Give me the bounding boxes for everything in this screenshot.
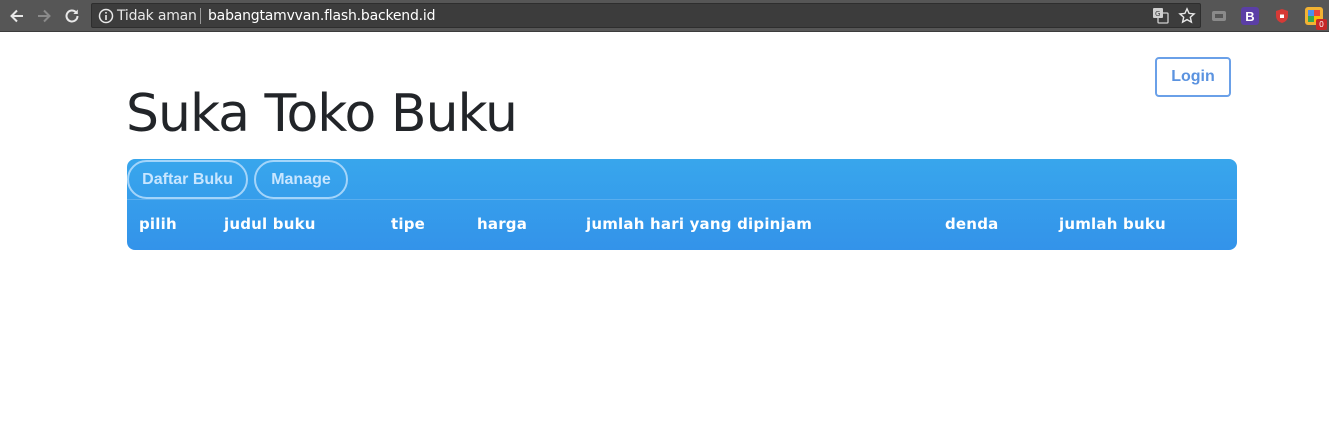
tab-manage[interactable]: Manage — [254, 160, 348, 199]
photos-extension-icon[interactable]: 0 — [1305, 7, 1327, 30]
url-text[interactable]: babangtamvvan.flash.backend.id — [208, 8, 435, 24]
browser-toolbar: Tidak aman babangtamvvan.flash.backend.i… — [0, 0, 1329, 32]
column-header-judul-buku: judul buku — [224, 215, 316, 233]
column-header-harga: harga — [477, 215, 528, 233]
star-icon[interactable] — [1178, 7, 1196, 25]
login-button[interactable]: Login — [1155, 57, 1231, 97]
security-status[interactable]: Tidak aman — [117, 8, 197, 24]
book-table-panel: Daftar Buku Manage pilih judul buku tipe… — [127, 159, 1237, 250]
translate-icon[interactable]: G — [1152, 7, 1169, 24]
info-icon[interactable] — [98, 8, 114, 24]
column-header-tipe: tipe — [391, 215, 426, 233]
address-bar[interactable]: Tidak aman babangtamvvan.flash.backend.i… — [91, 3, 1201, 28]
panel-divider — [127, 199, 1237, 200]
page-title: Suka Toko Buku — [126, 84, 518, 144]
cast-extension-icon[interactable] — [1210, 7, 1228, 25]
reload-icon[interactable] — [60, 4, 84, 28]
extension-badge: 0 — [1316, 19, 1327, 30]
shield-extension-icon[interactable] — [1273, 7, 1291, 25]
forward-icon[interactable] — [32, 4, 56, 28]
column-header-denda: denda — [945, 215, 999, 233]
column-header-pilih: pilih — [139, 215, 177, 233]
back-icon[interactable] — [5, 4, 29, 28]
b-extension-icon[interactable]: B — [1241, 7, 1259, 25]
address-separator — [200, 8, 201, 24]
svg-text:G: G — [1155, 10, 1160, 18]
column-header-jumlah-buku: jumlah buku — [1059, 215, 1166, 233]
tab-daftar-buku[interactable]: Daftar Buku — [127, 160, 248, 199]
column-header-jumlah-hari: jumlah hari yang dipinjam — [586, 215, 813, 233]
